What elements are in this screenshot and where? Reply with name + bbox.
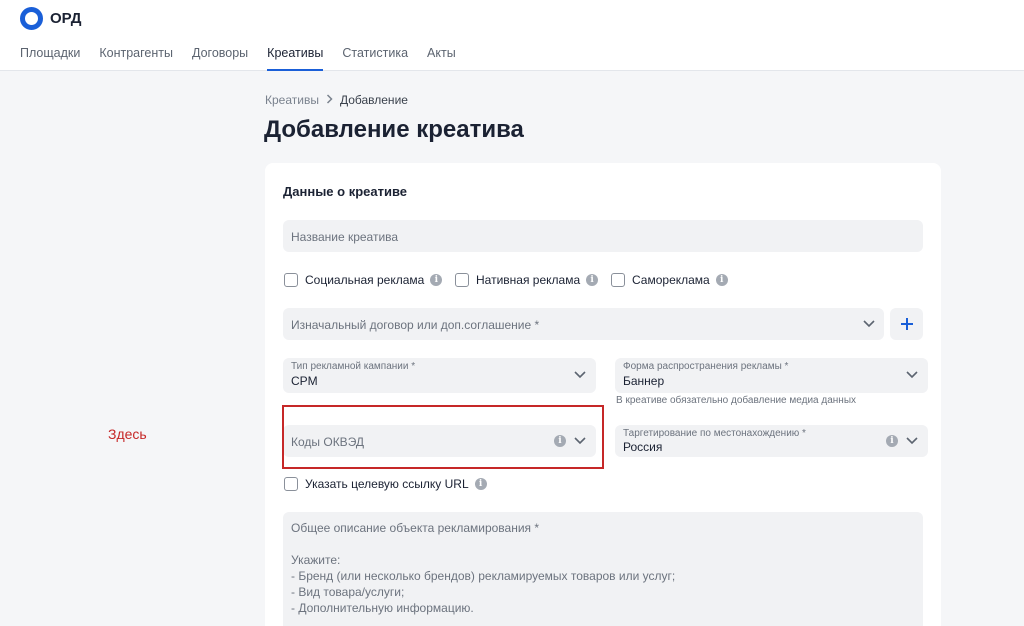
description-placeholder-line: - Бренд (или несколько брендов) рекламир… [291, 569, 676, 583]
nav-item-statistics[interactable]: Статистика [342, 46, 408, 71]
chevron-down-icon [906, 371, 918, 379]
distribution-form-value: Баннер [623, 374, 665, 388]
top-bar: ОРД Площадки Контрагенты Договоры Креати… [0, 0, 1024, 71]
nav-item-platforms[interactable]: Площадки [20, 46, 80, 71]
checkbox-native-ad-label: Нативная реклама [476, 273, 581, 287]
chevron-down-icon [863, 320, 875, 328]
checkbox-self-ad-row[interactable]: Самореклама i [611, 273, 728, 287]
contract-select[interactable]: Изначальный договор или доп.соглашение * [283, 308, 884, 340]
nav-item-acts[interactable]: Акты [427, 46, 456, 71]
description-textarea[interactable]: Общее описание объекта рекламирования * … [283, 512, 923, 626]
creative-name-input[interactable]: Название креатива [283, 220, 923, 252]
creative-name-placeholder: Название креатива [291, 230, 399, 244]
add-contract-button[interactable] [890, 308, 923, 340]
section-title: Данные о креативе [283, 184, 408, 199]
contract-select-placeholder: Изначальный договор или доп.соглашение * [291, 318, 540, 332]
checkbox-self-ad-label: Самореклама [632, 273, 710, 287]
info-icon[interactable]: i [715, 274, 728, 286]
checkbox-target-url-row[interactable]: Указать целевую ссылку URL i [284, 477, 487, 491]
location-targeting-select[interactable]: Таргетирование по местонахождению * Росс… [615, 425, 928, 457]
checkbox-self-ad[interactable] [611, 273, 625, 287]
campaign-type-label: Тип рекламной кампании * [291, 361, 416, 372]
description-placeholder-line: Общее описание объекта рекламирования * [291, 521, 540, 535]
nav-item-creatives[interactable]: Креативы [267, 46, 324, 71]
annotation-highlight-box [282, 405, 604, 469]
distribution-form-hint: В креативе обязательно добавление медиа … [616, 395, 856, 406]
description-placeholder-line: - Вид товара/услуги; [291, 585, 405, 599]
breadcrumb-current: Добавление [339, 93, 408, 107]
checkbox-target-url[interactable] [284, 477, 298, 491]
info-icon[interactable]: i [430, 274, 443, 286]
plus-icon [900, 318, 913, 330]
description-placeholder-line: - Дополнительную информацию. [291, 601, 474, 615]
info-icon[interactable]: i [474, 478, 487, 490]
nav-item-contracts[interactable]: Договоры [192, 46, 248, 71]
breadcrumb-parent[interactable]: Креативы [265, 93, 319, 107]
checkbox-native-ad[interactable] [455, 273, 469, 287]
breadcrumb: Креативы Добавление [265, 93, 408, 107]
distribution-form-label: Форма распространения рекламы * [623, 361, 789, 372]
checkbox-social-ad-label: Социальная реклама [305, 273, 425, 287]
chevron-down-icon [574, 371, 586, 379]
logo-ring-icon [20, 6, 43, 30]
creative-form-card: Данные о креативе Название креатива Соци… [265, 163, 941, 626]
info-icon[interactable]: i [586, 274, 599, 286]
location-targeting-value: Россия [623, 440, 663, 454]
checkbox-social-ad-row[interactable]: Социальная реклама i [284, 273, 443, 287]
campaign-type-select[interactable]: Тип рекламной кампании * CPM [283, 358, 596, 393]
nav-item-contractors[interactable]: Контрагенты [99, 46, 173, 71]
location-targeting-label: Таргетирование по местонахождению * [623, 428, 806, 439]
checkbox-native-ad-row[interactable]: Нативная реклама i [455, 273, 599, 287]
logo[interactable]: ОРД [20, 6, 81, 30]
annotation-note: Здесь [108, 426, 147, 442]
main-nav: Площадки Контрагенты Договоры Креативы С… [20, 46, 475, 71]
description-placeholder-line: Укажите: [291, 553, 341, 567]
checkbox-target-url-label: Указать целевую ссылку URL [305, 477, 469, 491]
distribution-form-select[interactable]: Форма распространения рекламы * Баннер [615, 358, 928, 393]
checkbox-social-ad[interactable] [284, 273, 298, 287]
description-placeholder-line [291, 536, 915, 552]
breadcrumb-chevron-icon [326, 93, 333, 107]
logo-text: ОРД [50, 9, 82, 27]
info-icon[interactable]: i [886, 435, 898, 447]
chevron-down-icon [906, 437, 918, 445]
campaign-type-value: CPM [291, 374, 318, 388]
page-title: Добавление креатива [264, 116, 524, 143]
